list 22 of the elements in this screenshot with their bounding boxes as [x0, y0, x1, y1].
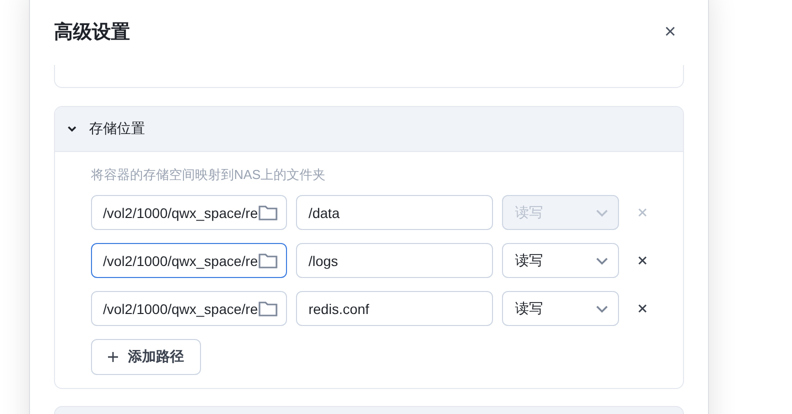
plus-icon — [108, 352, 118, 362]
close-button[interactable]: × — [660, 22, 680, 42]
section-header[interactable]: 存储位置 — [55, 107, 683, 152]
chevron-down-icon — [596, 304, 608, 312]
chevron-down-icon — [67, 124, 77, 134]
folder-icon[interactable] — [258, 252, 278, 269]
close-icon — [638, 304, 647, 312]
folder-icon[interactable] — [258, 300, 278, 317]
host-path-field[interactable]: /vol2/1000/qwx_space/re — [91, 243, 288, 278]
close-icon — [638, 208, 647, 216]
section-description: 将容器的存储空间映射到NAS上的文件夹 — [91, 166, 327, 184]
host-path-field[interactable]: /vol2/1000/qwx_space/re — [91, 291, 288, 326]
chevron-down-icon — [596, 256, 608, 264]
chevron-down-icon — [596, 208, 608, 216]
container-path-field[interactable]: /logs — [296, 243, 493, 278]
add-path-button[interactable]: 添加路径 — [91, 339, 201, 375]
section-title: 存储位置 — [89, 120, 145, 138]
mode-select[interactable]: 读写 — [502, 243, 619, 278]
dialog-title: 高级设置 — [54, 20, 130, 45]
mode-select[interactable]: 读写 — [502, 291, 619, 326]
container-path-field[interactable]: redis.conf — [296, 291, 493, 326]
close-icon — [638, 256, 647, 264]
